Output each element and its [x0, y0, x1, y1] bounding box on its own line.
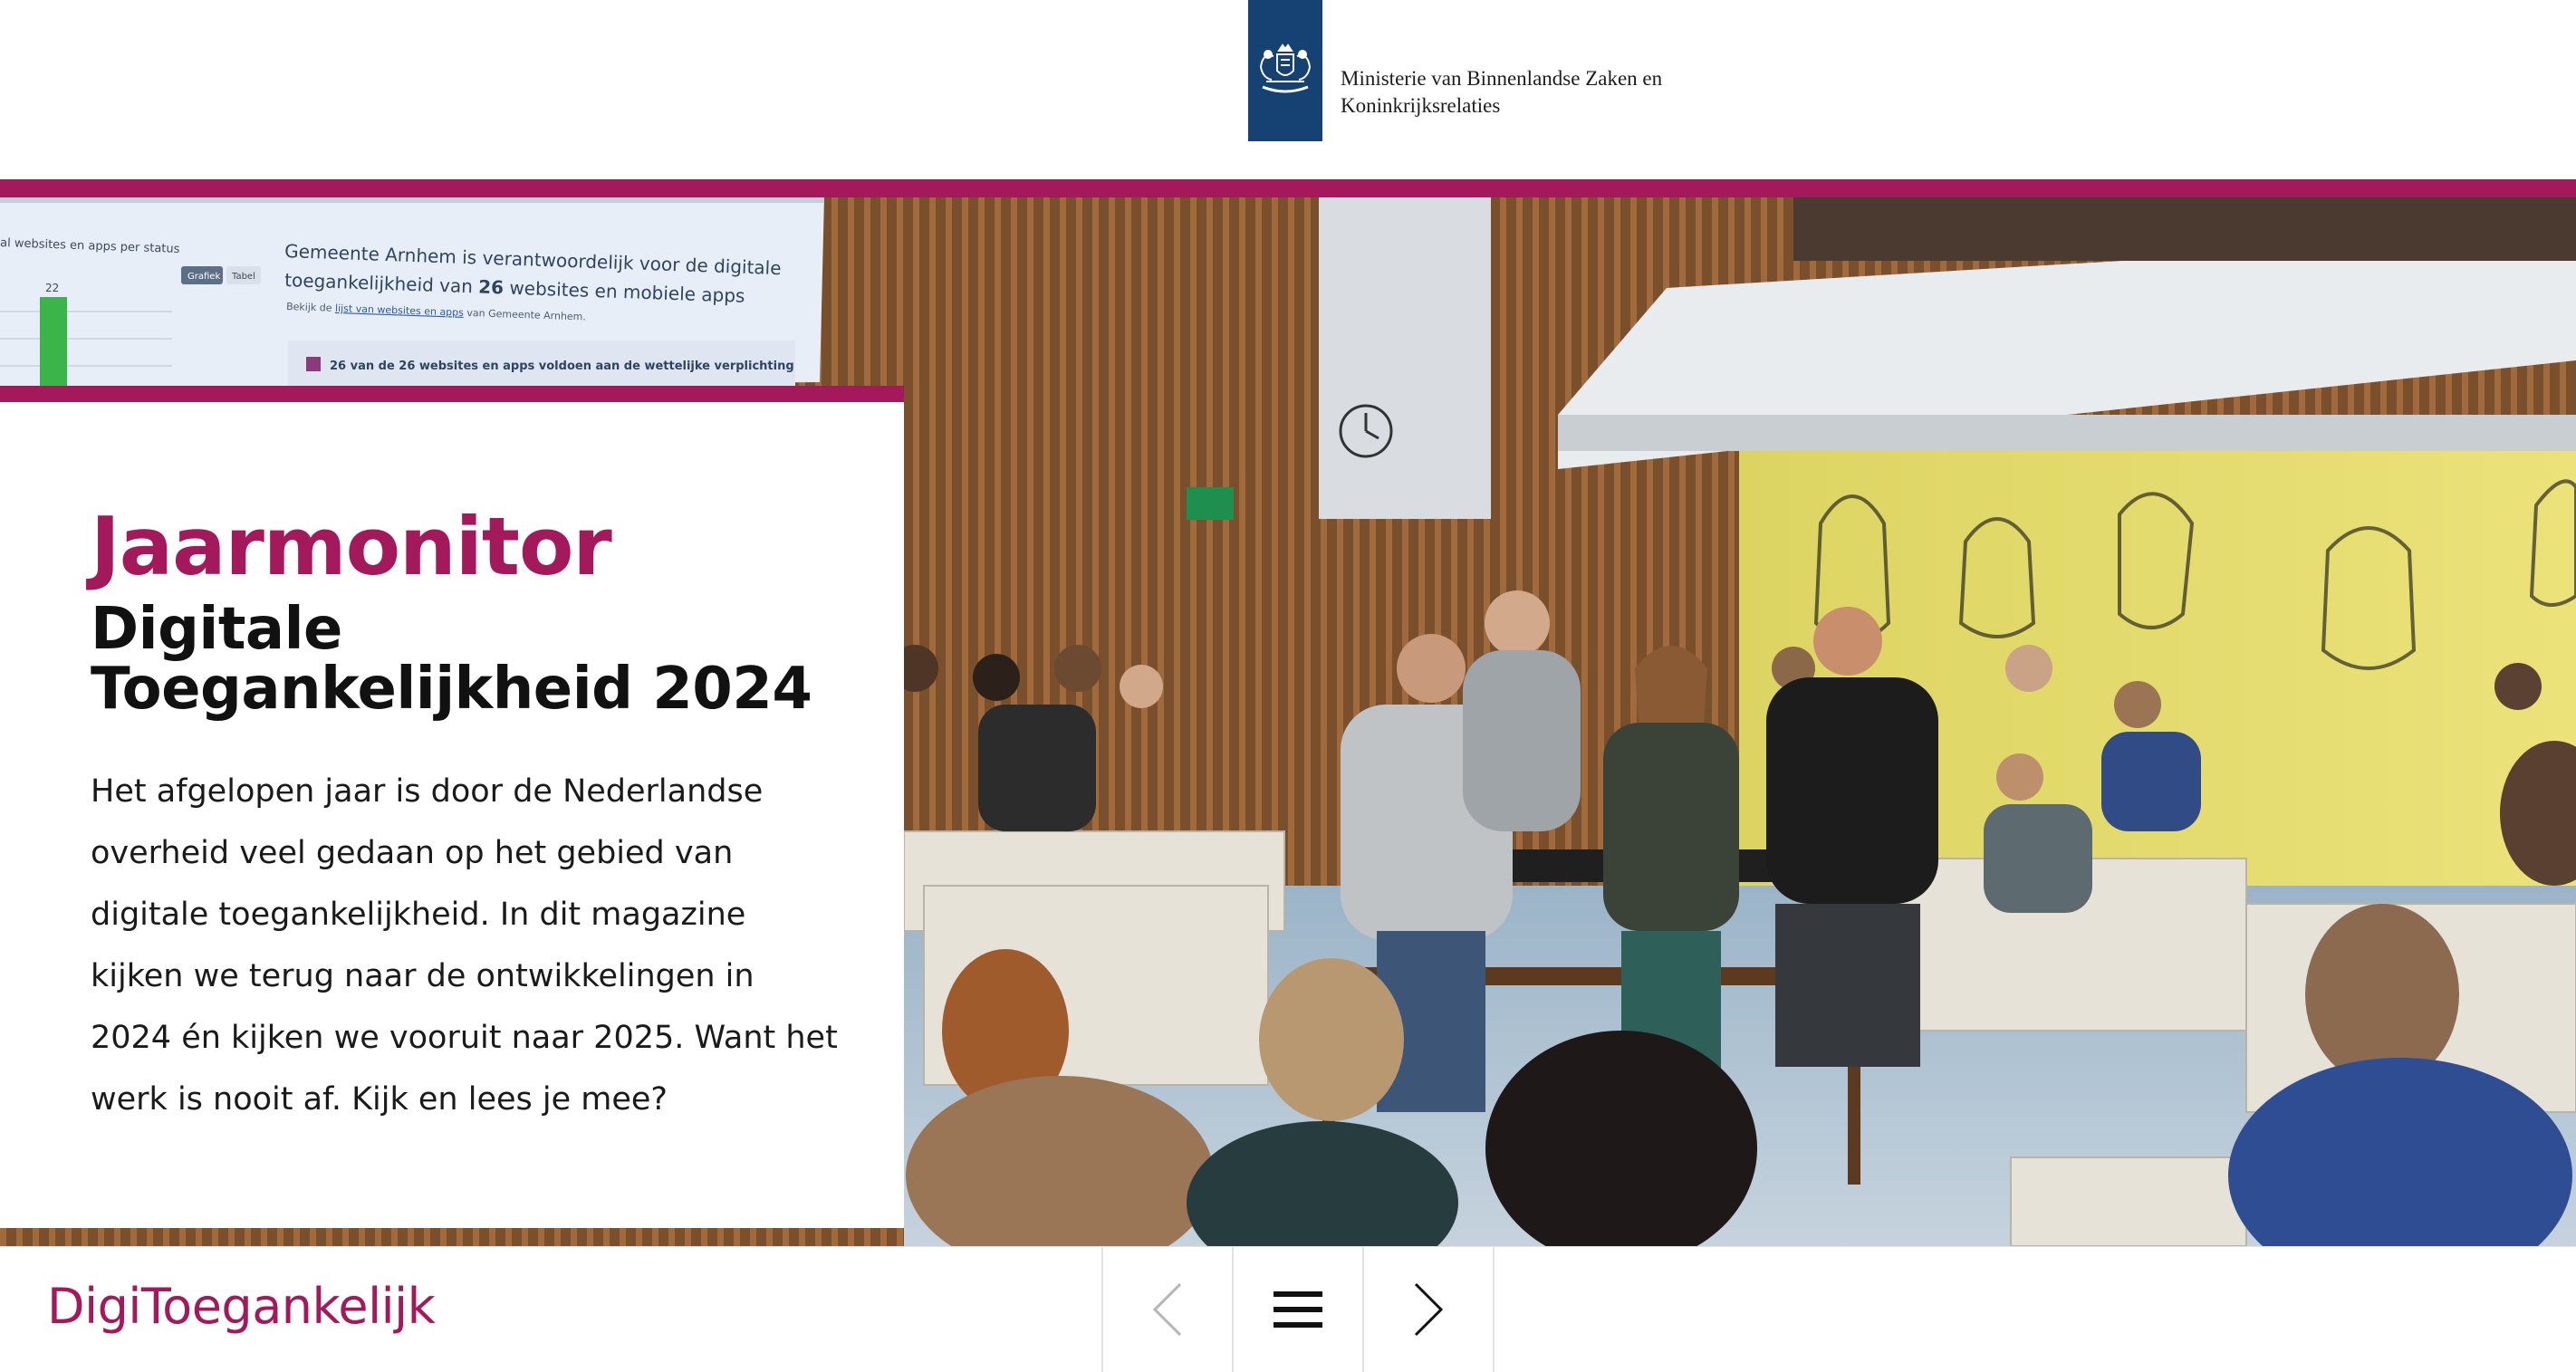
site-header: Ministerie van Binnenlandse Zaken en Kon… — [0, 0, 2576, 179]
subtitle-line1: Digitale — [91, 596, 342, 663]
intro-text: Het afgelopen jaar is door de Nederlands… — [91, 773, 838, 1118]
coat-of-arms-icon — [1259, 43, 1312, 93]
subtitle-line2: Toegankelijkheid 2024 — [91, 656, 812, 723]
site-footer: DigiToegankelijk — [0, 1246, 2576, 1372]
ministry-name-line2: Koninkrijksrelaties — [1341, 94, 1501, 117]
hamburger-menu-icon — [1274, 1291, 1322, 1328]
projection-screen: al websites en apps per status Grafiek T… — [0, 197, 824, 389]
screen-status-text: 26 van de 26 websites en apps voldoen aa… — [330, 360, 794, 373]
page-title: Jaarmonitor — [91, 500, 612, 593]
previous-page-button[interactable] — [1101, 1247, 1232, 1372]
card-stripe — [0, 386, 904, 402]
screen-bar-value: 22 — [45, 282, 59, 294]
page-subtitle: Digitale Toegankelijkheid 2024 — [91, 600, 870, 719]
screen-tab-graph: Grafiek — [187, 272, 220, 282]
screen-bar — [40, 297, 67, 389]
screen-tab-table: Tabel — [231, 272, 255, 282]
next-page-button[interactable] — [1362, 1247, 1495, 1372]
intro-card: Jaarmonitor Digitale Toegankelijkheid 20… — [0, 402, 904, 1228]
screen-small-prefix: Bekijk de — [286, 301, 332, 314]
menu-button[interactable] — [1232, 1247, 1362, 1372]
chevron-left-icon — [1152, 1282, 1182, 1337]
screen-heading-number: 26 — [478, 275, 505, 298]
screen-status-icon — [306, 357, 321, 371]
ministry-name: Ministerie van Binnenlandse Zaken en Kon… — [1341, 65, 1662, 120]
exit-sign — [1187, 487, 1234, 520]
footer-brand-link[interactable]: DigiToegankelijk — [47, 1278, 436, 1335]
ministry-name-line1: Ministerie van Binnenlandse Zaken en — [1341, 67, 1663, 90]
brand-stripe — [0, 179, 2576, 197]
rijksoverheid-logo[interactable] — [1248, 0, 1322, 141]
chevron-right-icon — [1414, 1282, 1444, 1337]
